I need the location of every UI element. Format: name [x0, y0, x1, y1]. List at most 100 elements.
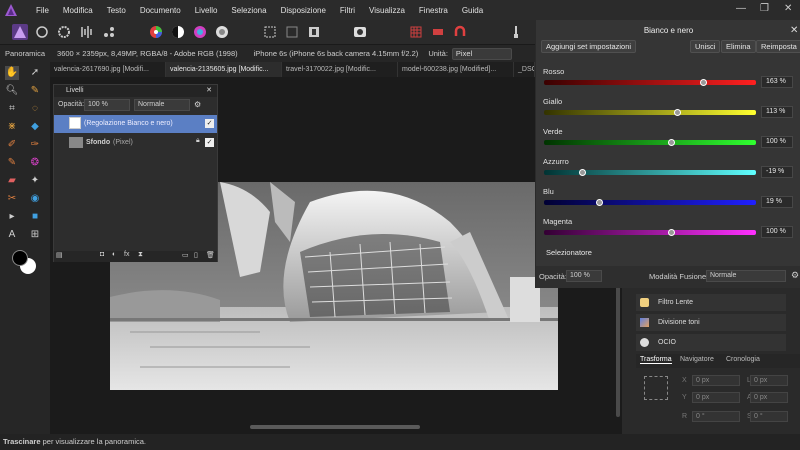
eraser-tool-icon[interactable]: ▰ [5, 174, 19, 188]
slider-track-3[interactable] [544, 170, 756, 175]
tab-history[interactable]: Cronologia [726, 356, 760, 363]
text-tool-icon[interactable]: A [5, 228, 19, 242]
transform-shear-field[interactable]: 0 ° [750, 411, 788, 422]
tab-document-4[interactable]: model-600238.jpg [Modified]... [398, 62, 514, 77]
tab-document-5[interactable]: _DSC [514, 62, 535, 77]
tab-document-1[interactable]: valencia-2617690.jpg [Modifi... [50, 62, 166, 77]
hsl-icon[interactable] [192, 24, 208, 40]
quick-mask-icon[interactable] [352, 24, 368, 40]
develop-persona-icon[interactable] [56, 24, 72, 40]
transform-y-field[interactable]: 0 px [692, 392, 740, 403]
slider-thumb-1[interactable] [674, 109, 682, 116]
add-layer-icon[interactable]: ▯ [194, 251, 198, 259]
slider-value-field-3[interactable]: -19 % [761, 166, 793, 178]
menu-guida[interactable]: Guida [462, 6, 483, 15]
menu-file[interactable]: File [36, 6, 49, 15]
paint-brush-icon[interactable]: ✐ [5, 138, 19, 152]
tab-transform[interactable]: Trasforma [640, 356, 672, 364]
layer-visibility-checkbox[interactable]: ✓ [205, 119, 214, 128]
tab-navigator[interactable]: Navigatore [680, 356, 714, 363]
minimize-icon[interactable]: — [736, 3, 746, 14]
slider-value-field-1[interactable]: 113 % [761, 106, 793, 118]
horizontal-scrollbar[interactable] [250, 425, 420, 429]
photo-persona-icon[interactable] [12, 24, 28, 40]
picker-button[interactable]: Selezionatore [542, 246, 596, 259]
liquify-persona-icon[interactable] [34, 24, 50, 40]
white-balance-icon[interactable] [214, 24, 230, 40]
foreground-color-swatch[interactable] [12, 250, 28, 266]
blend-mode-dropdown[interactable]: Normale [706, 270, 786, 282]
grid-snap-icon[interactable] [408, 24, 424, 40]
adjustment-close-icon[interactable]: ✕ [790, 25, 798, 36]
add-fx-icon[interactable]: fx [124, 251, 129, 258]
menu-finestra[interactable]: Finestra [419, 6, 448, 15]
menu-modifica[interactable]: Modifica [63, 6, 93, 15]
select-invert-icon[interactable] [306, 24, 322, 40]
brush-settings-icon[interactable] [508, 24, 524, 40]
layers-settings-icon[interactable]: ⚙ [194, 100, 201, 109]
levels-icon[interactable] [170, 24, 186, 40]
tab-document-2[interactable]: valencia-2135605.jpg [Modific... [166, 62, 282, 77]
blur-tool-icon[interactable]: ✦ [28, 174, 42, 188]
transform-w-field[interactable]: 0 px [750, 375, 788, 386]
slider-track-5[interactable] [544, 230, 756, 235]
slider-thumb-2[interactable] [667, 139, 675, 146]
selection-brush-icon[interactable]: ⋇ [5, 120, 19, 134]
delete-button[interactable]: Elimina [721, 40, 756, 53]
layer-row-background[interactable]: Sfondo (Pixel) 🔒︎ ✓ [54, 134, 217, 152]
menu-testo[interactable]: Testo [107, 6, 126, 15]
delete-layer-icon[interactable]: 🗑︎ [206, 251, 215, 259]
tab-document-3[interactable]: travel-3170022.jpg [Modific... [282, 62, 398, 77]
slider-track-0[interactable] [544, 80, 756, 85]
layer-row-adjustment[interactable]: (Regolazione Bianco e nero) ✓ [54, 115, 217, 133]
layers-close-icon[interactable]: ✕ [206, 85, 212, 97]
snapping-magnet-icon[interactable] [452, 24, 468, 40]
maximize-icon[interactable]: ❐ [760, 3, 769, 14]
menu-visualizza[interactable]: Visualizza [369, 6, 405, 15]
slider-value-field-2[interactable]: 100 % [761, 136, 793, 148]
menu-documento[interactable]: Documento [140, 6, 181, 15]
close-window-icon[interactable]: ✕ [784, 3, 792, 14]
slider-track-1[interactable] [544, 110, 756, 115]
slider-value-field-4[interactable]: 19 % [761, 196, 793, 208]
zoom-tool-icon[interactable]: 🔍︎ [5, 84, 19, 98]
add-filter-icon[interactable]: ⧗ [138, 251, 143, 259]
effect-item-split-toning[interactable]: Divisione toni [636, 314, 786, 331]
add-preset-button[interactable]: Aggiungi set impostazioni [541, 40, 637, 53]
add-adjustment-icon[interactable]: ◐ [112, 251, 116, 258]
hand-tool-icon[interactable]: ✋ [5, 66, 19, 80]
menu-filtri[interactable]: Filtri [340, 6, 355, 15]
menu-livello[interactable]: Livello [195, 6, 218, 15]
color-swatches[interactable] [10, 248, 38, 276]
add-group-icon[interactable]: ▭ [182, 251, 189, 259]
layer-lock-icon[interactable]: 🔒︎ [196, 137, 200, 145]
slider-thumb-5[interactable] [667, 229, 675, 236]
slider-track-2[interactable] [544, 140, 756, 145]
layer-stack-icon[interactable]: ▤ [56, 251, 63, 259]
assistant-icon[interactable] [430, 24, 446, 40]
clone-tool-icon[interactable]: ✂ [5, 192, 19, 206]
layer-visibility-checkbox[interactable]: ✓ [205, 138, 214, 147]
mesh-warp-icon[interactable]: ⊞ [28, 228, 42, 242]
blend-settings-icon[interactable]: ⚙ [791, 270, 799, 281]
shape-tool-icon[interactable]: ■ [28, 210, 42, 224]
freehand-select-icon[interactable] [284, 24, 300, 40]
pixel-brush-icon[interactable]: ✑ [28, 138, 42, 152]
pen-tool-icon[interactable]: ▸ [5, 210, 19, 224]
color-wheel-icon[interactable] [148, 24, 164, 40]
flood-fill-icon[interactable]: ◆ [28, 120, 42, 134]
effect-item-lens-filter[interactable]: Filtro Lente [636, 294, 786, 311]
dodge-tool-icon[interactable]: ✎ [5, 156, 19, 170]
slider-value-field-0[interactable]: 163 % [761, 76, 793, 88]
color-picker-icon[interactable]: ✎ [28, 84, 42, 98]
export-persona-icon[interactable] [101, 24, 117, 40]
marquee-select-icon[interactable] [262, 24, 278, 40]
slider-value-field-5[interactable]: 100 % [761, 226, 793, 238]
add-mask-icon[interactable]: ◘ [100, 251, 104, 258]
adjustment-opacity-field[interactable]: 100 % [566, 270, 602, 282]
color-replace-icon[interactable]: ❂ [28, 156, 42, 170]
transform-x-field[interactable]: 0 px [692, 375, 740, 386]
menu-seleziona[interactable]: Seleziona [231, 6, 266, 15]
slider-track-4[interactable] [544, 200, 756, 205]
crop-tool-icon[interactable]: ⌗ [5, 102, 19, 116]
